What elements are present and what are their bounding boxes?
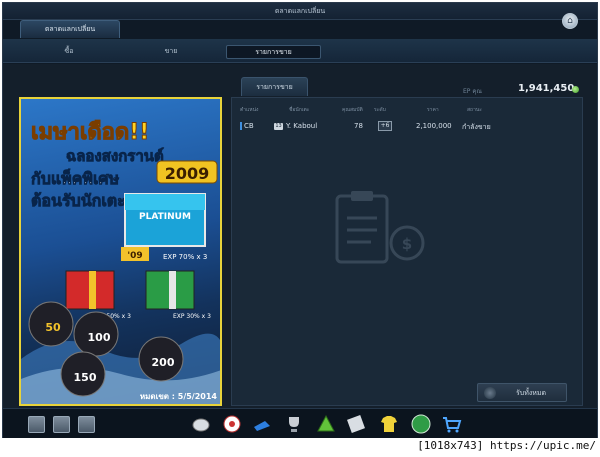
- tab-buy[interactable]: ซื้อ: [47, 45, 91, 59]
- card-value-2: 100: [88, 331, 111, 344]
- bottom-dock: [3, 408, 597, 438]
- banner-line-1: เมษาเดือด!!: [31, 120, 149, 145]
- card-value-3: 150: [74, 371, 97, 384]
- receive-icon: [484, 387, 496, 399]
- col-position: ตำแหน่ง: [240, 107, 259, 113]
- banner-line-3: กับแพ็คพิเศษ: [31, 167, 120, 188]
- main-content: เมษาเดือด!! ฉลองสงกรานต์ กับแพ็คพิเศษ ต้…: [3, 64, 597, 409]
- exp-label-3: EXP 30% x 3: [173, 313, 211, 320]
- row-status: กำลังขาย: [462, 123, 491, 131]
- red-pack-ribbon: [89, 271, 96, 309]
- subtab-bar: ซื้อ ขาย รายการขาย: [3, 39, 597, 63]
- receive-all-button[interactable]: รับทั้งหมด: [477, 383, 567, 402]
- tab-sell[interactable]: ขาย: [149, 45, 193, 59]
- pyramid-icon[interactable]: [315, 413, 337, 435]
- tab-market[interactable]: ตลาดแลกเปลี่ยน: [20, 20, 120, 38]
- receive-all-label: รับทั้งหมด: [516, 389, 547, 397]
- col-status: สถานะ: [467, 107, 482, 113]
- chat-icon[interactable]: [53, 416, 70, 433]
- banner-line-2: ฉลองสงกรานต์: [66, 147, 164, 165]
- ball-icon[interactable]: [221, 413, 243, 435]
- mail-icon[interactable]: [78, 416, 95, 433]
- col-price: ราคา: [427, 107, 439, 113]
- row-ovr: 78: [354, 122, 363, 130]
- row-player-name: Y. Kaboul: [286, 122, 318, 130]
- sale-list-panel: ตำแหน่ง ชื่อนักเตะ คุณสมบัติ ระดับ ราคา …: [231, 97, 583, 406]
- platinum-label: PLATINUM: [139, 212, 191, 222]
- col-ovr: คุณสมบัติ: [342, 107, 363, 113]
- pack-tag-label: '09: [127, 251, 142, 261]
- promo-banner[interactable]: เมษาเดือด!! ฉลองสงกรานต์ กับแพ็คพิเศษ ต้…: [19, 97, 222, 406]
- position-marker: [240, 122, 242, 130]
- tab-sale-list-panel[interactable]: รายการขาย: [241, 77, 308, 96]
- cart-icon[interactable]: [440, 413, 462, 435]
- card-value-4: 200: [152, 356, 175, 369]
- jersey-icon[interactable]: [378, 413, 400, 435]
- coin-icon[interactable]: [410, 413, 432, 435]
- svg-text:$: $: [402, 235, 412, 253]
- boot-icon[interactable]: [251, 413, 273, 435]
- download-icon[interactable]: [28, 416, 45, 433]
- green-pack-ribbon: [169, 271, 176, 309]
- banner-line-4: ต้อนรับนักเตะ: [31, 191, 126, 210]
- row-position: CB: [244, 122, 254, 130]
- season-badge: 13: [274, 123, 283, 130]
- image-caption: [1018x743] https://upic.me/: [417, 439, 596, 452]
- banner-artwork: เมษาเดือด!! ฉลองสงกรานต์ กับแพ็คพิเศษ ต้…: [21, 120, 220, 404]
- table-row[interactable]: CB 13 Y. Kaboul 78 +6 2,100,000 กำลังขาย: [234, 120, 582, 133]
- home-icon: ⌂: [567, 16, 573, 26]
- row-price: 2,100,000: [416, 122, 452, 130]
- banner-expiry: หมดเขต : 5/5/2014: [140, 392, 218, 401]
- window-title: ตลาดแลกเปลี่ยน: [3, 3, 597, 20]
- ep-label: EP คุณ: [463, 88, 482, 95]
- home-button[interactable]: ⌂: [562, 13, 578, 29]
- row-level: +6: [378, 121, 392, 131]
- notebook-icon[interactable]: [345, 413, 367, 435]
- platinum-pack-lid: [125, 194, 205, 210]
- whistle-icon[interactable]: [190, 413, 212, 435]
- empty-clipboard-icon: $: [335, 191, 425, 264]
- trophy-icon[interactable]: [283, 413, 305, 435]
- tab-sale-list[interactable]: รายการขาย: [226, 45, 321, 59]
- app-window: ตลาดแลกเปลี่ยน ตลาดแลกเปลี่ยน ⌂ ซื้อ ขาย…: [2, 2, 598, 438]
- banner-year: 2009: [165, 164, 210, 183]
- col-level: ระดับ: [374, 107, 386, 113]
- col-name: ชื่อนักเตะ: [289, 107, 310, 113]
- card-value-1: 50: [45, 321, 61, 334]
- exp-label-1: EXP 70% x 3: [163, 253, 207, 261]
- ep-value: 1,941,450: [518, 83, 575, 94]
- ep-coin-icon: [572, 86, 579, 93]
